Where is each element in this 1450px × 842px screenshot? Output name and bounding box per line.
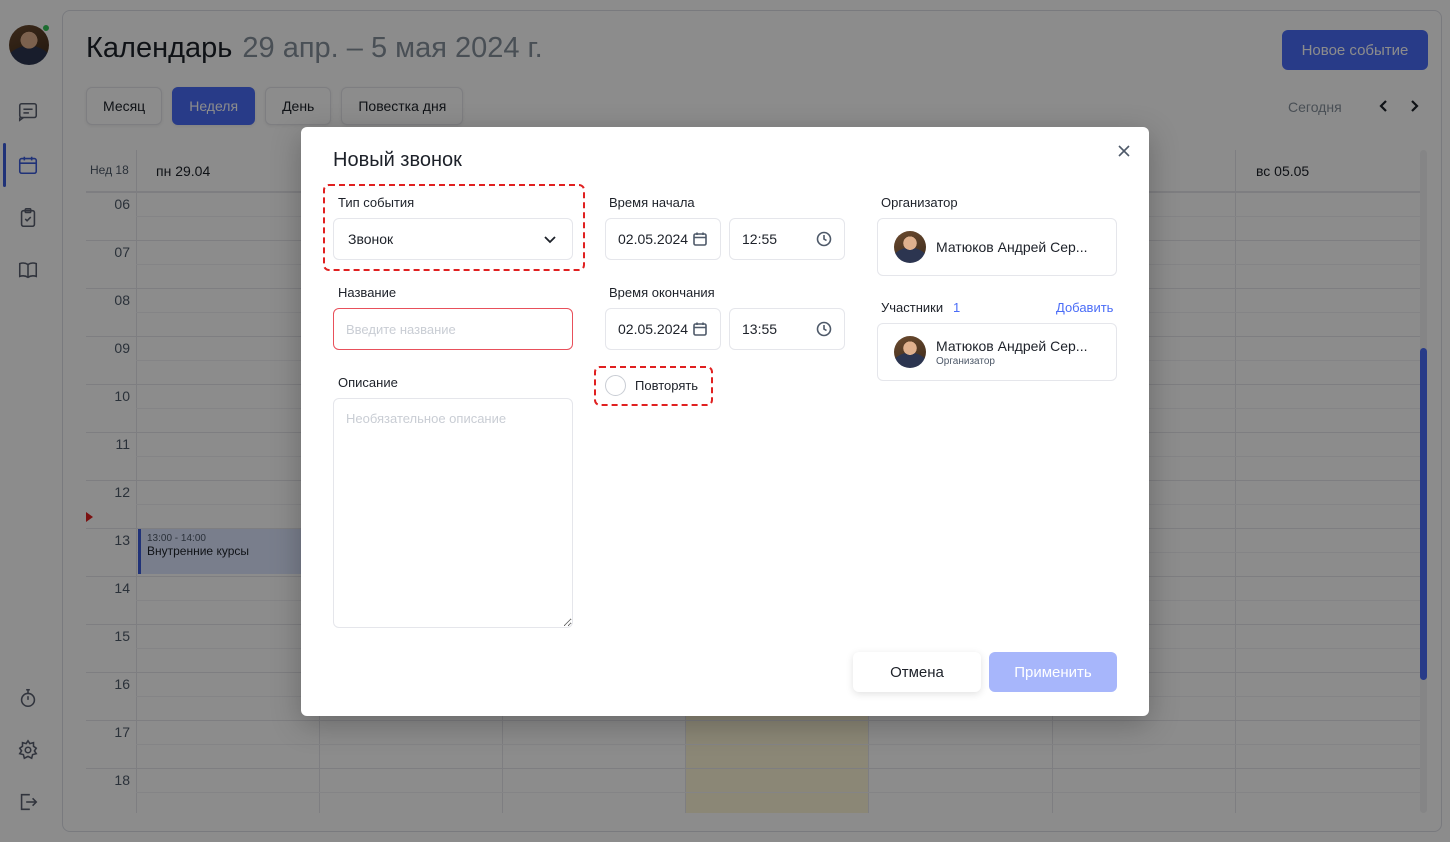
chevron-down-icon [544, 236, 556, 244]
end-time-label: Время окончания [609, 285, 715, 300]
end-date-value: 02.05.2024 [618, 321, 689, 337]
start-time-field[interactable]: 12:55 [729, 218, 845, 260]
calendar-small-icon [693, 322, 707, 336]
end-time-field[interactable]: 13:55 [729, 308, 845, 350]
participants-label: Участники [881, 300, 944, 315]
description-textarea[interactable] [333, 398, 573, 628]
new-call-dialog: Новый звонок Тип события Звонок Название… [301, 127, 1149, 716]
start-date-value: 02.05.2024 [618, 231, 689, 247]
start-time-value: 12:55 [742, 231, 778, 247]
event-type-select[interactable]: Звонок [333, 218, 573, 260]
add-participant-link[interactable]: Добавить [1056, 300, 1113, 315]
organizer-label: Организатор [881, 195, 958, 210]
organizer-card[interactable]: Матюков Андрей Сер... [877, 218, 1117, 276]
repeat-label: Повторять [635, 378, 699, 393]
participants-count: 1 [953, 300, 961, 315]
clock-icon [816, 231, 832, 247]
apply-button[interactable]: Применить [989, 652, 1117, 692]
calendar-small-icon [693, 232, 707, 246]
end-date-field[interactable]: 02.05.2024 [605, 308, 721, 350]
dialog-title: Новый звонок [333, 149, 462, 171]
organizer-name: Матюков Андрей Сер... [936, 239, 1088, 255]
start-date-field[interactable]: 02.05.2024 [605, 218, 721, 260]
repeat-row[interactable]: Повторять [605, 375, 698, 396]
participant-name: Матюков Андрей Сер... [936, 337, 1088, 354]
name-input[interactable] [333, 308, 573, 350]
close-icon[interactable] [1115, 142, 1133, 160]
participant-card[interactable]: Матюков Андрей Сер... Организатор [877, 323, 1117, 381]
end-time-value: 13:55 [742, 321, 778, 337]
avatar [894, 231, 926, 263]
name-label: Название [338, 285, 397, 300]
event-type-label: Тип события [338, 195, 415, 210]
description-label: Описание [338, 375, 398, 390]
event-type-value: Звонок [348, 231, 394, 247]
cancel-button[interactable]: Отмена [853, 652, 981, 692]
clock-icon [816, 321, 832, 337]
repeat-checkbox[interactable] [605, 375, 626, 396]
avatar [894, 336, 926, 368]
start-time-label: Время начала [609, 195, 695, 210]
participant-role: Организатор [936, 355, 995, 367]
